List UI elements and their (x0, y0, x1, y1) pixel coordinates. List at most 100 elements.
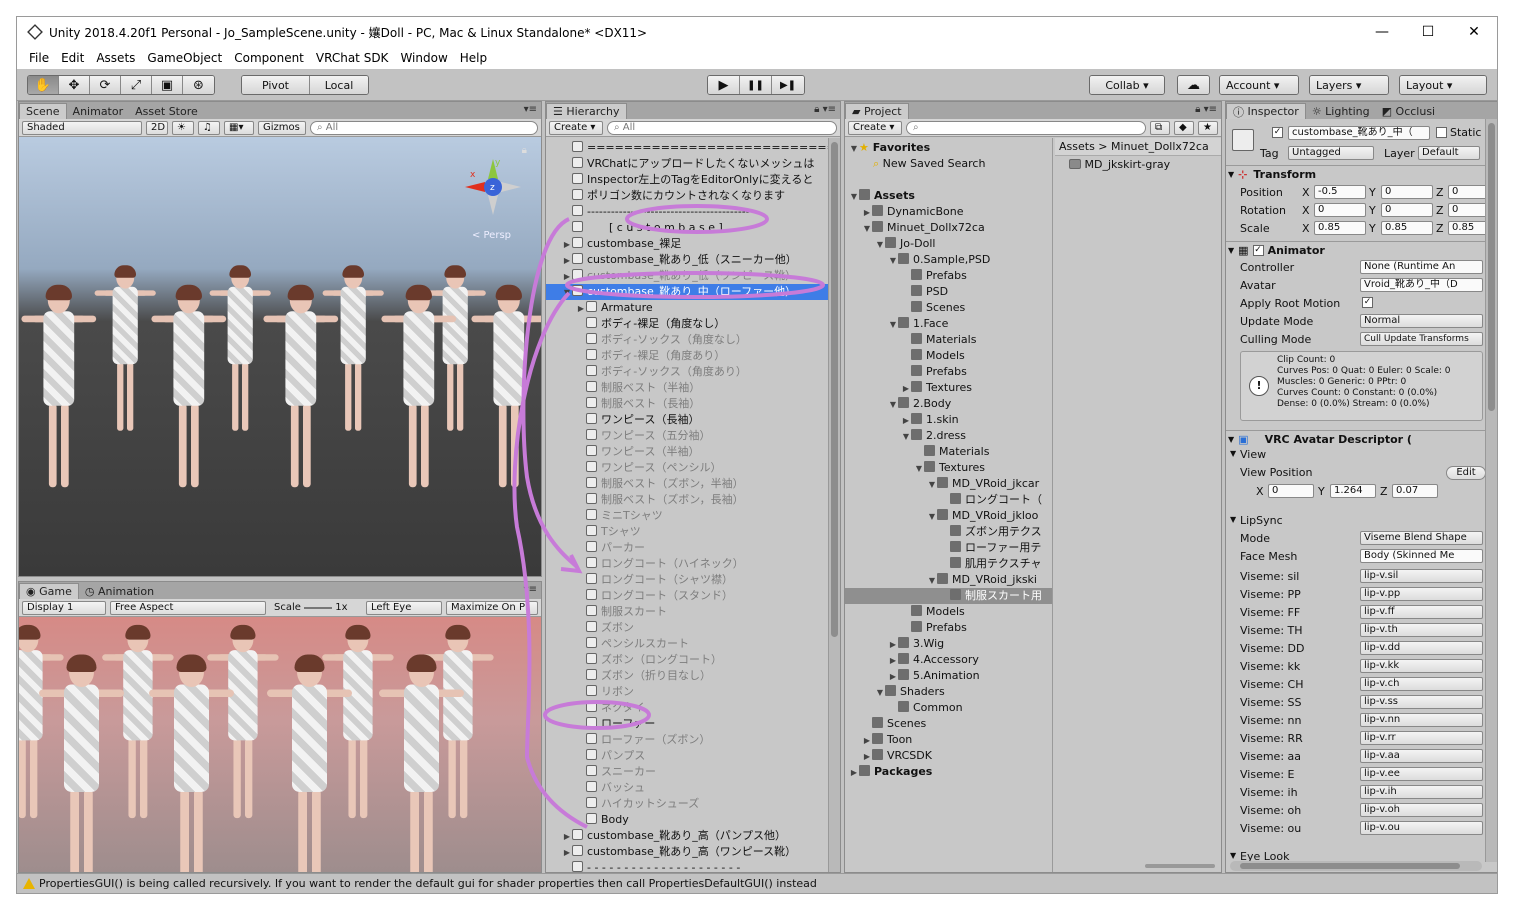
project-folder-item[interactable]: Scenes (845, 716, 1052, 732)
layer-dropdown[interactable]: Default (1418, 146, 1480, 160)
filter-label-icon[interactable]: ◆ (1174, 120, 1194, 135)
hierarchy-row[interactable]: ズボン（折り目なし） (546, 668, 828, 684)
project-folder-item[interactable]: Materials (845, 332, 1052, 348)
project-folder-item[interactable]: ▶ Toon (845, 732, 1052, 748)
expand-arrow-icon[interactable]: ▼ (927, 477, 937, 493)
expand-arrow-icon[interactable]: ▶ (562, 845, 572, 861)
expand-arrow-icon[interactable]: ▶ (862, 749, 872, 765)
inspector-hscrollbar[interactable] (1230, 861, 1482, 871)
viseme-dropdown[interactable]: lip-v.sil (1360, 569, 1483, 583)
expand-arrow-icon[interactable]: ▶ (562, 237, 572, 253)
orientation-gizmo[interactable]: x y z (463, 157, 523, 217)
expand-arrow-icon[interactable]: ▶ (562, 253, 572, 269)
menu-help[interactable]: Help (454, 51, 493, 65)
scene-viewport[interactable]: x y z < Persp 🔒︎ (19, 137, 541, 576)
transform-header[interactable]: ▼ ⊹ Transform (1226, 165, 1485, 183)
layout-dropdown[interactable]: Layout ▾ (1400, 76, 1486, 94)
expand-arrow-icon[interactable]: ▶ (901, 381, 911, 397)
minimize-button[interactable]: — (1359, 17, 1405, 47)
hierarchy-row[interactable]: パーカー (546, 540, 828, 556)
hierarchy-row[interactable]: スニーカー (546, 764, 828, 780)
hierarchy-row[interactable]: ペンシルスカート (546, 636, 828, 652)
panel-menu-icon[interactable]: 🔒︎ ▾≡ (814, 104, 836, 115)
view-position-z-field[interactable]: 0.07 (1392, 484, 1438, 498)
display-dropdown[interactable]: Display 1 (22, 600, 106, 615)
project-folder-item[interactable]: ▶ Packages (845, 764, 1052, 780)
viseme-dropdown[interactable]: lip-v.ou (1360, 821, 1483, 835)
tab-lighting[interactable]: ☼ Lighting (1306, 103, 1376, 119)
pivot-button[interactable]: Pivot (242, 76, 310, 94)
viseme-dropdown[interactable]: lip-v.rr (1360, 731, 1483, 745)
project-create-dropdown[interactable]: Create ▾ (848, 120, 902, 135)
project-folder-item[interactable]: Prefabs (845, 364, 1052, 380)
expand-arrow-icon[interactable]: ▼ (849, 141, 859, 157)
hierarchy-row[interactable]: ▶ custombase_裸足 (546, 236, 828, 252)
hierarchy-row[interactable]: ロングコート（スタンド） (546, 588, 828, 604)
local-button[interactable]: Local (310, 76, 368, 94)
avatar-figure[interactable] (379, 654, 464, 872)
hierarchy-create-dropdown[interactable]: Create ▾ (549, 120, 603, 135)
project-folder-item[interactable]: ▼ Assets (845, 188, 1052, 204)
hierarchy-row[interactable]: ローファー (546, 716, 828, 732)
transform-scale-x-field[interactable]: 0.85 (1314, 221, 1366, 235)
hierarchy-row[interactable]: ボディ-ソックス（角度なし） (546, 332, 828, 348)
lock-icon[interactable]: 🔒︎ (522, 145, 527, 156)
transform-rotation-z-field[interactable]: 0 (1448, 203, 1485, 217)
menu-component[interactable]: Component (228, 51, 310, 65)
avatar-figure[interactable] (422, 624, 494, 827)
maximize-button[interactable]: ☐ (1405, 17, 1451, 47)
project-folder-item[interactable]: PSD (845, 284, 1052, 300)
step-button[interactable]: ▶❚ (772, 76, 804, 94)
project-folder-item[interactable]: ▼ 0.Sample,PSD (845, 252, 1052, 269)
project-folder-item[interactable]: ▼ 2.dress (845, 428, 1052, 445)
transform-rotation-y-field[interactable]: 0 (1381, 203, 1433, 217)
avatar-field[interactable]: Vroid_靴あり_中（D (1360, 278, 1483, 292)
tab-occlusion[interactable]: ◩ Occlusi (1376, 103, 1441, 119)
face-mesh-field[interactable]: Body (Skinned Me (1360, 549, 1483, 563)
expand-arrow-icon[interactable]: ▶ (888, 669, 898, 685)
hierarchy-row[interactable]: バッシュ (546, 780, 828, 796)
scene-search-input[interactable]: ⌕ All (310, 120, 538, 135)
project-folder-item[interactable]: ▼ 2.Body (845, 396, 1052, 412)
avatar-figure[interactable] (322, 624, 394, 827)
hierarchy-row[interactable]: VRChatにアップロードしたくないメッシュは (546, 156, 828, 172)
hierarchy-row[interactable]: リボン (546, 684, 828, 700)
hierarchy-row[interactable]: ワンピース（半袖） (546, 444, 828, 460)
tab-asset-store[interactable]: Asset Store (129, 103, 204, 119)
menu-vrchat-sdk[interactable]: VRChat SDK (310, 51, 395, 65)
project-folder-item[interactable]: ▼ Jo-Doll (845, 236, 1052, 252)
avatar-figure[interactable] (209, 265, 271, 438)
avatar-figure[interactable] (149, 654, 234, 872)
avatar-figure[interactable] (263, 284, 339, 496)
maximize-on-play-toggle[interactable]: Maximize On Pl (446, 600, 538, 615)
view-position-y-field[interactable]: 1.264 (1330, 484, 1376, 498)
project-folder-item[interactable]: ▼ MD_VRoid_jkski (845, 572, 1052, 588)
active-checkbox[interactable]: ✓ (1272, 127, 1283, 138)
lipsync-mode-dropdown[interactable]: Viseme Blend Shape (1360, 531, 1483, 545)
project-folder-item[interactable]: Common (845, 700, 1052, 716)
avatar-figure[interactable] (322, 265, 384, 438)
inspector-hscroll-thumb[interactable] (1240, 863, 1460, 869)
fold-arrow-icon[interactable]: ▼ (1230, 851, 1236, 860)
transform-scale-y-field[interactable]: 0.85 (1381, 221, 1433, 235)
icon-size-slider[interactable] (1145, 864, 1215, 868)
favorite-star-icon[interactable]: ★ (1198, 120, 1218, 135)
hierarchy-search-input[interactable]: ⌕ All (607, 120, 837, 135)
expand-arrow-icon[interactable]: ▼ (888, 253, 898, 269)
tab-scene[interactable]: Scene (19, 103, 67, 119)
expand-arrow-icon[interactable]: ▼ (862, 221, 872, 237)
project-folder-item[interactable]: Prefabs (845, 268, 1052, 284)
avatar-figure[interactable] (21, 284, 97, 496)
expand-arrow-icon[interactable]: ▼ (901, 429, 911, 445)
project-folder-item[interactable]: ▶ 1.skin (845, 412, 1052, 428)
hierarchy-row[interactable]: ロングコート（ハイネック） (546, 556, 828, 572)
update-mode-dropdown[interactable]: Normal (1360, 314, 1483, 328)
status-bar[interactable]: PropertiesGUI() is being called recursiv… (17, 873, 1497, 893)
expand-arrow-icon[interactable]: ▶ (888, 637, 898, 653)
persp-label[interactable]: < Persp (472, 230, 511, 241)
panel-menu-icon[interactable]: ▾≡ (524, 104, 537, 115)
move-tool-icon[interactable]: ✥ (59, 76, 90, 94)
hierarchy-row[interactable]: ボディ-裸足（角度あり） (546, 348, 828, 364)
hierarchy-row[interactable]: ▶ custombase_靴あり_高（パンプス他） (546, 828, 828, 844)
aspect-dropdown[interactable]: Free Aspect (110, 600, 266, 615)
